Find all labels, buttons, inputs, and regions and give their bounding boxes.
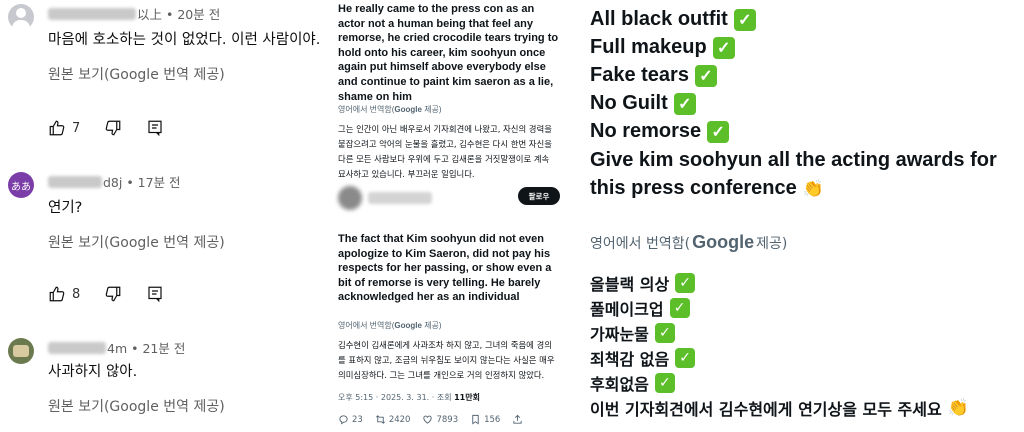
- retweet-count: 2420: [388, 414, 411, 425]
- blurred-username[interactable]: [48, 7, 136, 20]
- tweet-text: The fact that Kim soohyun did not even a…: [338, 233, 552, 304]
- view-original-link[interactable]: 원본 보기(Google 번역 제공): [48, 64, 225, 84]
- check-mark-icon: ✓: [673, 92, 696, 115]
- thumbs-up-icon: [49, 120, 65, 136]
- like-button[interactable]: 7893: [422, 414, 458, 425]
- check-mark-icon: ✓: [669, 298, 690, 318]
- translated-by-google[interactable]: 영어에서 번역함(Google 제공): [590, 232, 787, 253]
- translated-by-google[interactable]: 영어에서 번역함(Google 제공): [338, 320, 442, 331]
- reply-button[interactable]: 23: [338, 414, 363, 425]
- dislike-button[interactable]: [104, 119, 122, 137]
- follow-button[interactable]: 팔로우: [518, 187, 560, 205]
- award-line: this press conference 👏: [590, 177, 824, 199]
- tweet-timestamp: 오후 5:15 · 2025. 3. 31. · 조회 11만회: [338, 393, 480, 402]
- comment-text: 연기?: [48, 200, 83, 216]
- comment-actions: 7: [48, 119, 188, 137]
- reply-icon: [339, 415, 348, 425]
- translated-item: 올블랙 의상 ✓: [590, 271, 696, 295]
- clapping-hands-icon: 👏: [947, 398, 969, 418]
- google-logo: Google: [692, 232, 755, 252]
- bookmark-icon: [472, 414, 479, 425]
- avatar[interactable]: ああ: [8, 172, 34, 198]
- translated-item: 죄책감 없음 ✓: [590, 346, 696, 370]
- reply-button[interactable]: [146, 285, 164, 303]
- tweet-translation: 김수현이 김새론에게 사과조차 하지 않고, 그녀의 죽음에 경의를 표하지 않…: [338, 340, 555, 380]
- comment-time: 以上 • 20분 전: [137, 7, 221, 22]
- checklist-item: No Guilt ✓: [590, 92, 696, 115]
- comment-time: d8j • 17분 전: [103, 175, 181, 190]
- check-mark-icon: ✓: [654, 373, 675, 393]
- retweet-icon: [375, 415, 385, 424]
- checklist-item: Fake tears ✓: [590, 64, 717, 87]
- share-icon: [513, 414, 522, 424]
- translated-item: 후회없음 ✓: [590, 371, 675, 395]
- translated-award-line: 이번 기자회견에서 김수현에게 연기상을 모두 주세요 👏: [590, 398, 969, 419]
- award-line: Give kim soohyun all the acting awards f…: [590, 149, 997, 171]
- blurred-username[interactable]: [48, 341, 106, 354]
- comment-meta: 4m • 21분 전: [48, 338, 185, 357]
- translated-item: 가짜눈물 ✓: [590, 321, 675, 345]
- comment-meta: d8j • 17분 전: [48, 172, 181, 191]
- avatar[interactable]: [8, 4, 34, 30]
- tweet-text: He really came to the press con as an ac…: [338, 3, 559, 103]
- reply-icon: [148, 120, 162, 137]
- like-button[interactable]: 8: [48, 285, 80, 303]
- thumbs-down-icon: [105, 120, 121, 136]
- comment-actions: 8: [48, 285, 188, 303]
- clapping-hands-icon: 👏: [802, 178, 824, 198]
- like-count: 7: [72, 120, 81, 136]
- heart-icon: [423, 415, 433, 424]
- like-button[interactable]: 7: [48, 119, 80, 137]
- thumbs-up-icon: [49, 286, 65, 302]
- check-mark-icon: ✓: [675, 273, 696, 293]
- like-count: 7893: [436, 414, 459, 425]
- translated-item: 풀메이크업 ✓: [590, 296, 690, 320]
- reply-button[interactable]: [146, 119, 164, 137]
- reply-count: 23: [352, 414, 363, 425]
- check-mark-icon: ✓: [712, 36, 735, 59]
- checklist-item: No remorse ✓: [590, 120, 730, 143]
- x-replies-panel: He really came to the press con as an ac…: [328, 0, 564, 432]
- check-mark-icon: ✓: [694, 64, 717, 87]
- google-logo: Google: [394, 105, 422, 114]
- comment-text: 마음에 호소하는 것이 없었다. 이런 사람이야.: [48, 32, 321, 48]
- google-logo: Google: [394, 321, 422, 330]
- avatar[interactable]: [8, 338, 34, 364]
- blurred-username[interactable]: [368, 192, 432, 204]
- view-original-link[interactable]: 원본 보기(Google 번역 제공): [48, 232, 225, 252]
- avatar[interactable]: [338, 186, 362, 210]
- thumbs-down-icon: [105, 286, 121, 302]
- check-mark-icon: ✓: [733, 8, 756, 31]
- view-original-link[interactable]: 원본 보기(Google 번역 제공): [48, 396, 225, 416]
- tweet-actions: 23 2420 7893 156: [338, 414, 538, 425]
- check-mark-icon: ✓: [654, 323, 675, 343]
- youtube-comments-panel: 以上 • 20분 전 마음에 호소하는 것이 없었다. 이런 사람이야. 원본 …: [0, 0, 326, 432]
- checklist-item: All black outfit ✓: [590, 8, 756, 31]
- reply-icon: [148, 286, 162, 303]
- comment-meta: 以上 • 20분 전: [48, 4, 220, 23]
- share-button[interactable]: [512, 414, 526, 425]
- bookmark-count: 156: [484, 414, 501, 425]
- comment-time: 4m • 21분 전: [107, 341, 186, 356]
- bookmark-button[interactable]: 156: [470, 414, 500, 425]
- comment-text: 사과하지 않아.: [48, 364, 138, 380]
- image-text-panel: All black outfit ✓ Full makeup ✓ Fake tear…: [570, 0, 1024, 432]
- tweet-translation: 그는 인간이 아닌 배우로서 기자회견에 나왔고, 자신의 경력을 붙잡으려고 …: [338, 124, 552, 179]
- blurred-username[interactable]: [48, 175, 102, 188]
- dislike-button[interactable]: [104, 285, 122, 303]
- check-mark-icon: ✓: [675, 348, 696, 368]
- translated-by-google[interactable]: 영어에서 번역함(Google 제공): [338, 104, 442, 115]
- checklist-item: Full makeup ✓: [590, 36, 735, 59]
- like-count: 8: [72, 286, 81, 302]
- check-mark-icon: ✓: [707, 120, 730, 143]
- retweet-button[interactable]: 2420: [375, 414, 411, 425]
